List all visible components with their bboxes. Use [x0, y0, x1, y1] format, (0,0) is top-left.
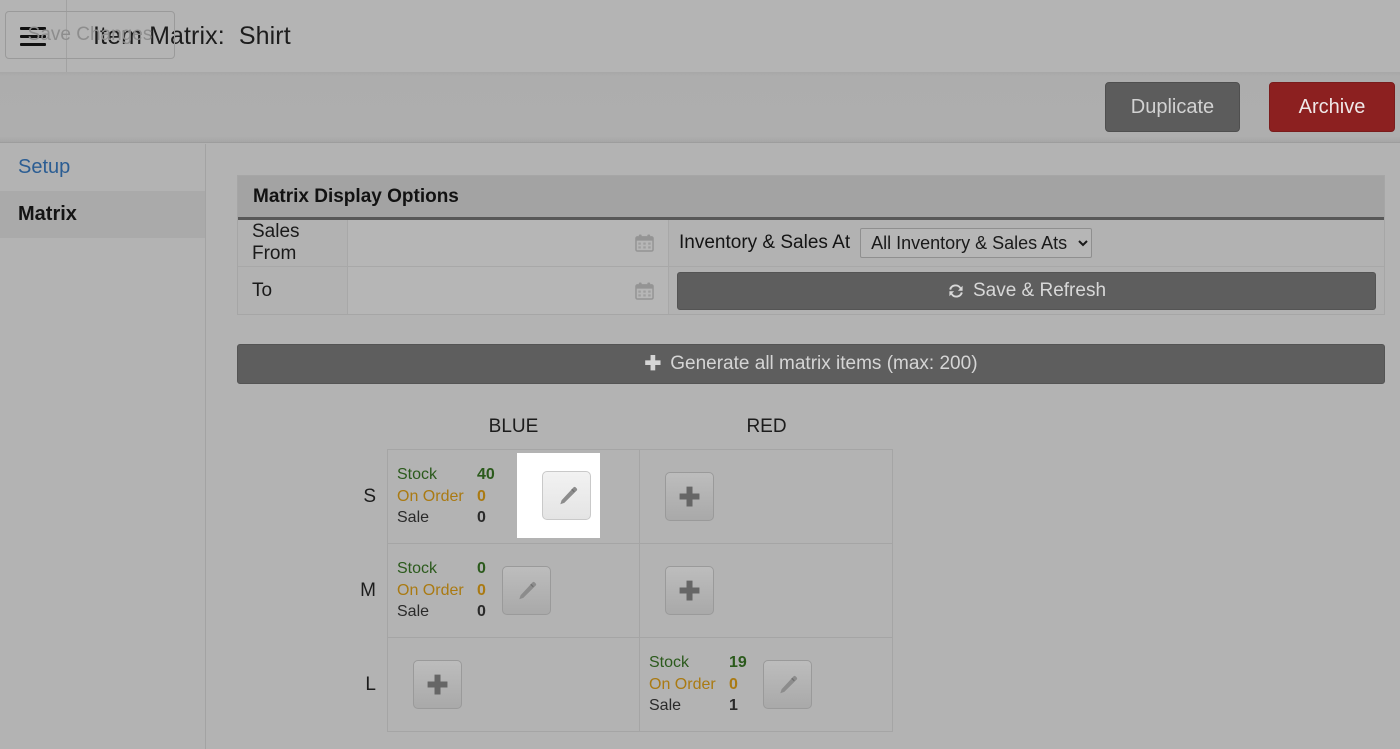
on-order-value: 0: [477, 580, 486, 602]
stock-label: Stock: [397, 558, 477, 580]
save-and-refresh-label: Save & Refresh: [973, 280, 1106, 302]
cell-stats: Stock 19 On Order 0 Sale 1: [640, 652, 747, 717]
stock-value: 0: [477, 558, 486, 580]
edit-matrix-item-button[interactable]: [542, 471, 591, 520]
sidebar-item-setup[interactable]: Setup: [0, 144, 205, 191]
pencil-icon: [555, 484, 579, 508]
edit-matrix-item-button[interactable]: [502, 566, 551, 615]
add-matrix-item-button[interactable]: ✚: [413, 660, 462, 709]
edit-button-focus-highlight: [517, 453, 600, 538]
plus-icon: ✚: [644, 354, 661, 374]
archive-button[interactable]: Archive: [1269, 82, 1395, 132]
calendar-icon: [635, 282, 654, 300]
sale-label: Sale: [649, 695, 729, 717]
matrix-row-header-s: S: [353, 449, 387, 544]
on-order-label: On Order: [397, 486, 477, 508]
title-bar: Item Matrix: Shirt: [0, 0, 1400, 72]
matrix-cell-l-red[interactable]: Stock 19 On Order 0 Sale 1: [640, 638, 892, 731]
sale-value: 0: [477, 601, 486, 623]
add-matrix-item-button[interactable]: ✚: [665, 472, 714, 521]
sale-label: Sale: [397, 601, 477, 623]
save-changes-button[interactable]: Save Changes: [5, 11, 175, 59]
stock-label: Stock: [649, 652, 729, 674]
to-label: To: [238, 267, 348, 314]
matrix-row-l: L ✚ Stock 19 On Order 0: [353, 638, 893, 732]
panel-title: Matrix Display Options: [238, 176, 1384, 220]
matrix-cell-m-red[interactable]: ✚: [640, 544, 892, 637]
matrix-cell-l-blue[interactable]: ✚: [388, 638, 640, 731]
inventory-sales-at-select[interactable]: All Inventory & Sales Ats: [860, 228, 1092, 258]
edit-matrix-item-button[interactable]: [763, 660, 812, 709]
save-and-refresh-button[interactable]: Save & Refresh: [677, 272, 1376, 310]
sale-label: Sale: [397, 507, 477, 529]
matrix-row-header-m: M: [353, 544, 387, 638]
generate-all-matrix-items-button[interactable]: ✚ Generate all matrix items (max: 200): [237, 344, 1385, 384]
on-order-value: 0: [477, 486, 486, 508]
sale-value: 1: [729, 695, 738, 717]
calendar-icon: [635, 234, 654, 252]
matrix-row-header-l: L: [353, 638, 387, 732]
cell-stats: Stock 40 On Order 0 Sale 0: [388, 464, 495, 529]
to-row: To: [238, 267, 1384, 314]
matrix-column-header-red: RED: [640, 416, 893, 449]
on-order-label: On Order: [649, 674, 729, 696]
sales-from-input[interactable]: [348, 220, 668, 266]
to-field-wrapper[interactable]: [348, 267, 669, 314]
plus-icon: ✚: [679, 578, 701, 604]
matrix-cell-s-red[interactable]: ✚: [640, 450, 892, 543]
matrix-column-headers: BLUE RED: [353, 416, 893, 449]
refresh-icon: [947, 282, 965, 300]
pencil-icon: [514, 579, 538, 603]
pencil-icon: [775, 673, 799, 697]
stock-value: 19: [729, 652, 747, 674]
to-input[interactable]: [348, 267, 668, 314]
cell-stats: Stock 0 On Order 0 Sale 0: [388, 558, 486, 623]
sidebar: Setup Matrix: [0, 144, 206, 749]
on-order-value: 0: [729, 674, 738, 696]
matrix-cell-s-blue[interactable]: Stock 40 On Order 0 Sale 0: [388, 450, 640, 543]
plus-icon: ✚: [679, 484, 701, 510]
duplicate-button[interactable]: Duplicate: [1105, 82, 1240, 132]
matrix-grid: BLUE RED S Stock 40 On Order 0: [353, 416, 893, 732]
sidebar-item-matrix[interactable]: Matrix: [0, 191, 205, 238]
sales-from-label: Sales From: [238, 220, 348, 266]
on-order-label: On Order: [397, 580, 477, 602]
stock-label: Stock: [397, 464, 477, 486]
sidebar-item-label: Matrix: [18, 203, 77, 226]
matrix-column-header-blue: BLUE: [387, 416, 640, 449]
matrix-row-m: M Stock 0 On Order 0 Sale: [353, 544, 893, 638]
generate-button-label: Generate all matrix items (max: 200): [670, 353, 977, 375]
inventory-filter-cell: Inventory & Sales At All Inventory & Sal…: [669, 220, 1384, 266]
plus-icon: ✚: [427, 672, 449, 698]
sales-from-field-wrapper[interactable]: [348, 220, 669, 266]
main-content: Matrix Display Options Sales From Invent: [207, 144, 1400, 749]
matrix-row-s: S Stock 40 On Order 0 Sale: [353, 449, 893, 544]
inventory-sales-at-label: Inventory & Sales At: [679, 232, 850, 254]
sales-from-row: Sales From Inventory & Sales At A: [238, 220, 1384, 267]
matrix-cell-m-blue[interactable]: Stock 0 On Order 0 Sale 0: [388, 544, 640, 637]
stock-value: 40: [477, 464, 495, 486]
add-matrix-item-button[interactable]: ✚: [665, 566, 714, 615]
sidebar-item-label: Setup: [18, 156, 70, 179]
sale-value: 0: [477, 507, 486, 529]
save-refresh-cell: Save & Refresh: [669, 267, 1384, 314]
matrix-display-options-panel: Matrix Display Options Sales From Invent: [237, 175, 1385, 315]
